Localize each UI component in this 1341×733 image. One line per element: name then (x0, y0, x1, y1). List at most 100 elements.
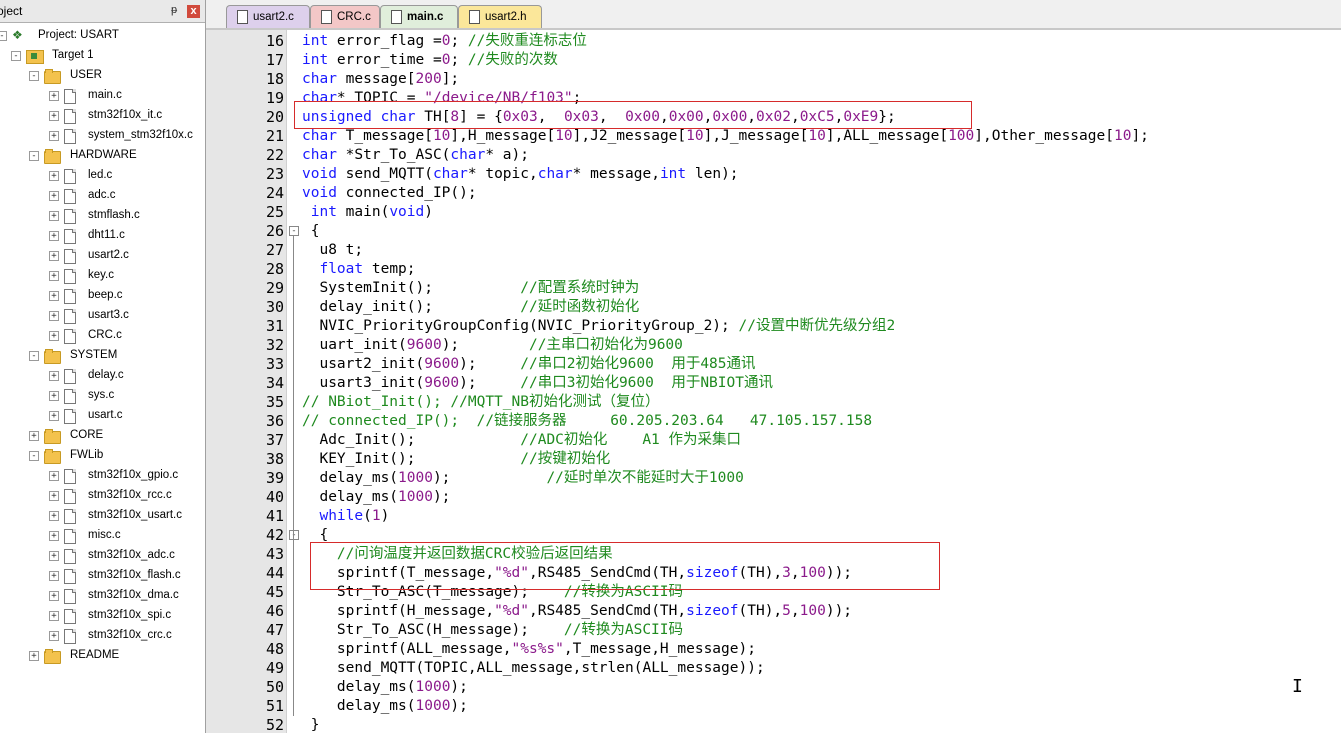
tab-crc-c[interactable]: CRC.c (310, 5, 380, 28)
tree-item[interactable]: + led.c (0, 166, 205, 186)
code-text[interactable]: char T_message[10],H_message[10],J2_mess… (302, 127, 1149, 146)
code-text[interactable]: int error_flag =0; //失败重连标志位 (302, 32, 587, 51)
code-text[interactable]: // NBiot_Init(); //MQTT_NB初始化测试（复位） (302, 393, 659, 412)
expand-icon[interactable]: + (49, 191, 59, 201)
tree-item[interactable]: + key.c (0, 266, 205, 286)
tree-item[interactable]: + delay.c (0, 366, 205, 386)
tree-item[interactable]: + stm32f10x_usart.c (0, 506, 205, 526)
expand-icon[interactable]: + (49, 331, 59, 341)
tree-item[interactable]: + stm32f10x_spi.c (0, 606, 205, 626)
code-text[interactable]: float temp; (302, 260, 415, 279)
collapse-icon[interactable]: - (11, 51, 21, 61)
expand-icon[interactable]: + (49, 591, 59, 601)
tree-item[interactable]: + usart3.c (0, 306, 205, 326)
code-text[interactable]: while(1) (302, 507, 389, 526)
code-text[interactable]: void connected_IP(); (302, 184, 477, 203)
tree-item[interactable]: + stmflash.c (0, 206, 205, 226)
expand-icon[interactable]: + (29, 651, 39, 661)
expand-icon[interactable]: + (49, 371, 59, 381)
code-text[interactable]: usart2_init(9600); //串口2初始化9600 用于485通讯 (302, 355, 755, 374)
code-text[interactable]: sprintf(ALL_message,"%s%s",T_message,H_m… (302, 640, 756, 659)
tree-item[interactable]: + system_stm32f10x.c (0, 126, 205, 146)
tab-main-c[interactable]: main.c (380, 5, 458, 28)
code-text[interactable]: Str_To_ASC(H_message); //转换为ASCII码 (302, 621, 683, 640)
tree-item[interactable]: + adc.c (0, 186, 205, 206)
expand-icon[interactable]: + (49, 471, 59, 481)
tree-item[interactable]: + stm32f10x_it.c (0, 106, 205, 126)
pin-icon[interactable]: ᵽ (171, 4, 177, 16)
tree-item[interactable]: + misc.c (0, 526, 205, 546)
code-text[interactable]: u8 t; (302, 241, 363, 260)
tree-item[interactable]: + CORE (0, 426, 205, 446)
expand-icon[interactable]: + (49, 551, 59, 561)
tree-item[interactable]: + stm32f10x_crc.c (0, 626, 205, 646)
expand-icon[interactable]: + (49, 291, 59, 301)
tree-item[interactable]: - USER (0, 66, 205, 86)
code-text[interactable]: delay_init(); //延时函数初始化 (302, 298, 639, 317)
expand-icon[interactable]: + (49, 531, 59, 541)
tree-item[interactable]: + usart2.c (0, 246, 205, 266)
code-text[interactable]: delay_ms(1000); //延时单次不能延时大于1000 (302, 469, 743, 488)
expand-icon[interactable]: + (49, 91, 59, 101)
code-text[interactable]: { (302, 222, 320, 241)
expand-icon[interactable]: + (49, 411, 59, 421)
expand-icon[interactable]: + (49, 111, 59, 121)
fold-toggle-icon[interactable]: - (289, 530, 299, 540)
tree-item[interactable]: + stm32f10x_adc.c (0, 546, 205, 566)
expand-icon[interactable]: + (49, 211, 59, 221)
code-text[interactable]: NVIC_PriorityGroupConfig(NVIC_PriorityGr… (302, 317, 895, 336)
collapse-icon[interactable]: - (29, 351, 39, 361)
collapse-icon[interactable]: - (29, 151, 39, 161)
code-text[interactable]: send_MQTT(TOPIC,ALL_message,strlen(ALL_m… (302, 659, 765, 678)
expand-icon[interactable]: + (49, 231, 59, 241)
collapse-icon[interactable]: - (0, 31, 7, 41)
code-text[interactable]: delay_ms(1000); (302, 678, 468, 697)
code-text[interactable]: KEY_Init(); //按键初始化 (302, 450, 610, 469)
tree-item[interactable]: + CRC.c (0, 326, 205, 346)
code-text[interactable]: int main(void) (302, 203, 433, 222)
expand-icon[interactable]: + (49, 611, 59, 621)
code-text[interactable]: int error_time =0; //失败的次数 (302, 51, 558, 70)
tree-item[interactable]: + stm32f10x_dma.c (0, 586, 205, 606)
tree-item[interactable]: - Target 1 (0, 46, 205, 66)
code-editor[interactable]: 16 int error_flag =0; //失败重连标志位 17 int erro… (206, 30, 1341, 733)
tree-item[interactable]: + README (0, 646, 205, 666)
expand-icon[interactable]: + (49, 271, 59, 281)
collapse-icon[interactable]: - (29, 451, 39, 461)
code-text[interactable]: char *Str_To_ASC(char* a); (302, 146, 529, 165)
code-text[interactable]: usart3_init(9600); //串口3初始化9600 用于NBIOT通… (302, 374, 773, 393)
tree-item[interactable]: + stm32f10x_flash.c (0, 566, 205, 586)
tab-usart2-h[interactable]: usart2.h (458, 5, 542, 28)
tree-item[interactable]: + usart.c (0, 406, 205, 426)
code-text[interactable]: char message[200]; (302, 70, 459, 89)
tree-item[interactable]: - SYSTEM (0, 346, 205, 366)
tree-item[interactable]: + main.c (0, 86, 205, 106)
expand-icon[interactable]: + (49, 311, 59, 321)
expand-icon[interactable]: + (49, 251, 59, 261)
expand-icon[interactable]: + (29, 431, 39, 441)
code-text[interactable]: // connected_IP(); //链接服务器 60.205.203.64… (302, 412, 872, 431)
code-text[interactable]: delay_ms(1000); (302, 697, 468, 716)
tree-item[interactable]: - FWLib (0, 446, 205, 466)
code-text[interactable]: } (302, 716, 320, 733)
tree-item[interactable]: + sys.c (0, 386, 205, 406)
tab-usart2-c[interactable]: usart2.c (226, 5, 310, 28)
code-text[interactable]: void send_MQTT(char* topic,char* message… (302, 165, 739, 184)
fold-toggle-icon[interactable]: - (289, 226, 299, 236)
code-text[interactable]: delay_ms(1000); (302, 488, 450, 507)
expand-icon[interactable]: + (49, 391, 59, 401)
tree-item[interactable]: + stm32f10x_gpio.c (0, 466, 205, 486)
code-text[interactable]: SystemInit(); //配置系统时钟为 (302, 279, 639, 298)
expand-icon[interactable]: + (49, 491, 59, 501)
tree-item[interactable]: -❖ Project: USART (0, 26, 205, 46)
code-text[interactable]: sprintf(H_message,"%d",RS485_SendCmd(TH,… (302, 602, 852, 621)
code-text[interactable]: uart_init(9600); //主串口初始化为9600 (302, 336, 682, 355)
code-text[interactable]: Adc_Init(); //ADC初始化 A1 作为采集口 (302, 431, 741, 450)
expand-icon[interactable]: + (49, 631, 59, 641)
close-icon[interactable]: x (187, 5, 200, 18)
tree-item[interactable]: + stm32f10x_rcc.c (0, 486, 205, 506)
tree-item[interactable]: - HARDWARE (0, 146, 205, 166)
tree-item[interactable]: + dht11.c (0, 226, 205, 246)
expand-icon[interactable]: + (49, 131, 59, 141)
tree-item[interactable]: + beep.c (0, 286, 205, 306)
